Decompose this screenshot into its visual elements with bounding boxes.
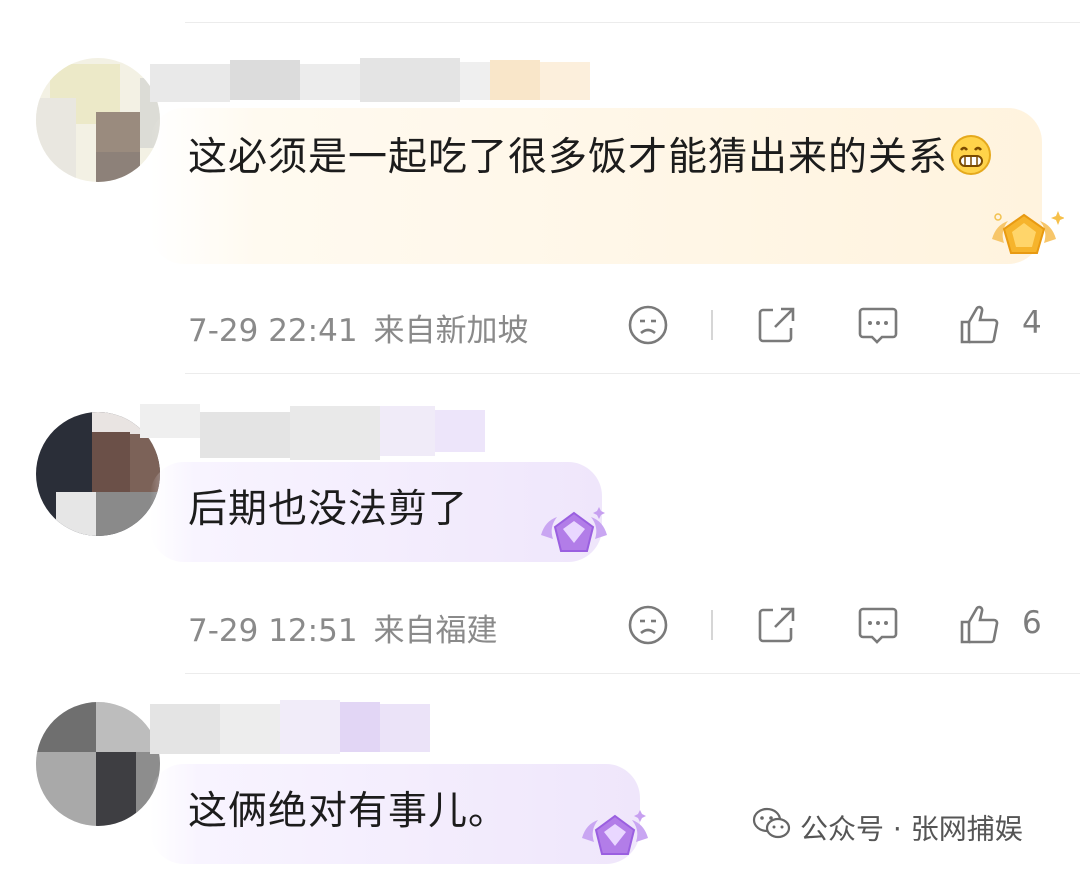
comment-time: 7-29 22:41	[188, 313, 358, 349]
purple-gem-badge-icon	[576, 808, 654, 870]
comment-icon[interactable]	[855, 602, 901, 648]
comment-divider	[185, 373, 1080, 374]
watermark: 公众号 · 张网捕娱	[752, 807, 1023, 848]
share-icon[interactable]	[753, 602, 799, 648]
comment-time: 7-29 12:51	[188, 613, 358, 649]
top-divider	[185, 22, 1080, 23]
comment-location: 来自福建	[373, 613, 498, 649]
comment-location: 来自新加坡	[373, 313, 529, 349]
comment-divider	[185, 673, 1080, 674]
gold-pentagon-badge-icon	[984, 205, 1064, 271]
avatar[interactable]	[36, 702, 160, 826]
like-count: 4	[1022, 305, 1042, 341]
comment-text: 这俩绝对有事儿。	[188, 789, 509, 834]
avatar[interactable]	[36, 58, 160, 182]
comment-text: 这必须是一起吃了很多饭才能猜出来的关系	[188, 130, 1018, 192]
share-icon[interactable]	[753, 302, 799, 348]
comment-meta: 7-29 12:51 来自福建	[188, 605, 498, 650]
sad-face-icon[interactable]	[625, 602, 671, 648]
thumbs-up-icon[interactable]	[956, 302, 1002, 348]
comment-meta: 7-29 22:41 来自新加坡	[188, 305, 529, 350]
watermark-text: 公众号 · 张网捕娱	[800, 812, 1023, 846]
like-count: 6	[1022, 605, 1042, 641]
action-divider	[711, 610, 713, 640]
thumbs-up-icon[interactable]	[956, 602, 1002, 648]
grin-emoji-icon	[950, 134, 992, 192]
comment-text: 后期也没法剪了	[188, 487, 469, 532]
sad-face-icon[interactable]	[625, 302, 671, 348]
action-divider	[711, 310, 713, 340]
purple-gem-badge-icon	[535, 505, 613, 567]
wechat-icon	[752, 807, 792, 848]
comment-icon[interactable]	[855, 302, 901, 348]
